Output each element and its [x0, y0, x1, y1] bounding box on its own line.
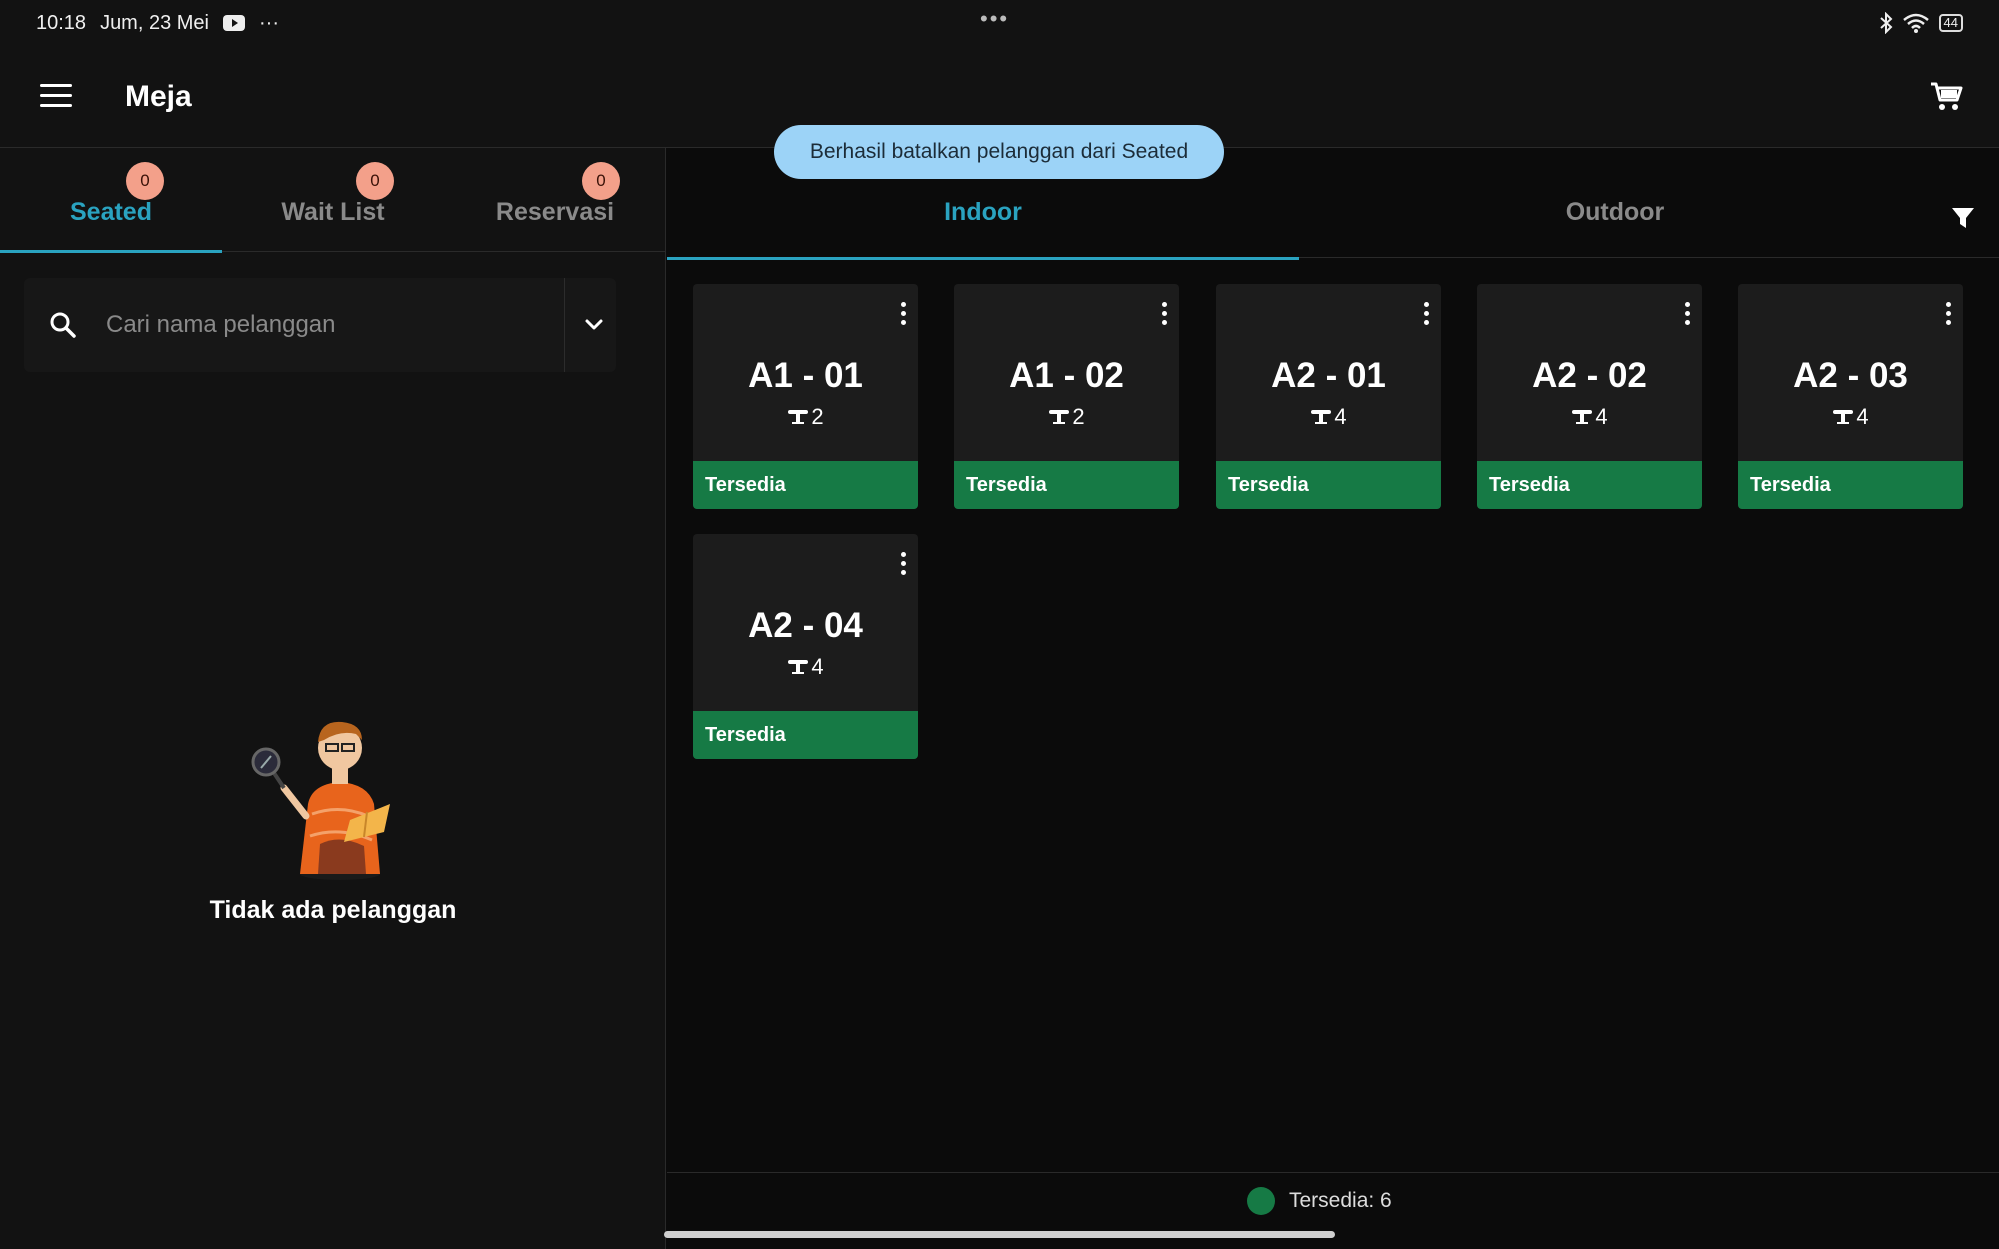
youtube-icon: [223, 15, 245, 31]
more-vert-icon[interactable]: [1421, 302, 1431, 330]
table-name: A2 - 02: [1532, 356, 1647, 395]
table-status: Tersedia: [1216, 461, 1441, 509]
table-status: Tersedia: [693, 461, 918, 509]
wifi-icon: [1902, 13, 1929, 33]
table-capacity-value: 4: [811, 654, 824, 679]
table-card-a2-03[interactable]: A2 - 03 4 Tersedia: [1738, 284, 1963, 509]
table-card-a2-04[interactable]: A2 - 04 4 Tersedia: [693, 534, 918, 759]
table-icon: [788, 660, 809, 674]
more-vert-icon[interactable]: [1943, 302, 1953, 330]
more-vert-icon[interactable]: [898, 302, 908, 330]
table-status: Tersedia: [1477, 461, 1702, 509]
seated-count-badge: 0: [126, 162, 164, 200]
customer-tabs: 0 Seated 0 Wait List 0 Reservasi: [0, 148, 666, 253]
status-right: 44: [1879, 12, 1963, 34]
table-icon: [788, 410, 809, 424]
table-card-a2-01[interactable]: A2 - 01 4 Tersedia: [1216, 284, 1441, 509]
page-title: Meja: [125, 80, 192, 113]
toast-message: Berhasil batalkan pelanggan dari Seated: [774, 125, 1224, 179]
tab-indoor-label: Indoor: [944, 198, 1022, 226]
table-name: A1 - 02: [1009, 356, 1124, 395]
tab-outdoor[interactable]: Outdoor: [1299, 148, 1931, 258]
search-icon: [50, 312, 76, 338]
tab-outdoor-label: Outdoor: [1565, 198, 1665, 226]
more-vert-icon[interactable]: [1159, 302, 1169, 330]
table-capacity: 4: [1216, 404, 1441, 430]
tab-wait-list[interactable]: 0 Wait List: [222, 148, 444, 252]
status-center-dots: •••: [980, 6, 1010, 31]
status-left: 10:18 Jum, 23 Mei ···: [36, 12, 279, 35]
table-card-a1-01[interactable]: A1 - 01 2 Tersedia: [693, 284, 918, 509]
filter-icon[interactable]: [1949, 204, 1977, 232]
tab-wait-list-label: Wait List: [281, 198, 385, 226]
empty-customer-illustration: [251, 721, 390, 880]
available-count-text: Tersedia: 6: [1289, 1189, 1392, 1212]
available-status-dot: [1247, 1187, 1275, 1215]
hamburger-menu-icon[interactable]: [40, 84, 72, 108]
tab-seated[interactable]: 0 Seated: [0, 148, 222, 253]
table-icon: [1833, 410, 1854, 424]
tab-reservasi-label: Reservasi: [495, 198, 615, 226]
table-capacity-value: 4: [1856, 404, 1869, 429]
table-name: A1 - 01: [748, 356, 863, 395]
wait-list-count-badge: 0: [356, 162, 394, 200]
system-status-bar: 10:18 Jum, 23 Mei ··· ••• 44: [0, 0, 1999, 46]
tab-seated-label: Seated: [70, 198, 152, 226]
table-capacity-value: 4: [1595, 404, 1608, 429]
table-icon: [1572, 410, 1593, 424]
table-capacity: 2: [693, 404, 918, 430]
table-capacity-value: 2: [811, 404, 824, 429]
table-status: Tersedia: [693, 711, 918, 759]
table-name: A2 - 04: [748, 606, 863, 645]
table-icon: [1049, 410, 1070, 424]
empty-state-text: Tidak ada pelanggan: [209, 896, 457, 924]
cart-icon[interactable]: [1929, 78, 1965, 114]
customer-search-box: [24, 278, 616, 372]
table-card-a1-02[interactable]: A1 - 02 2 Tersedia: [954, 284, 1179, 509]
bluetooth-icon: [1879, 12, 1892, 34]
table-capacity: 4: [1477, 404, 1702, 430]
table-capacity: 2: [954, 404, 1179, 430]
status-more-dots: ···: [259, 11, 279, 34]
table-name: A2 - 01: [1271, 356, 1386, 395]
table-capacity: 4: [693, 654, 918, 680]
table-status: Tersedia: [954, 461, 1179, 509]
search-divider: [564, 278, 565, 372]
search-input[interactable]: [106, 300, 556, 350]
table-capacity: 4: [1738, 404, 1963, 430]
customer-panel: 0 Seated 0 Wait List 0 Reservasi Cari na…: [0, 148, 666, 1249]
table-panel: Indoor Outdoor A1 - 01 2 Tersedia A1 - 0…: [667, 148, 1999, 1249]
table-capacity-value: 4: [1334, 404, 1347, 429]
home-indicator[interactable]: [664, 1231, 1335, 1238]
table-name: A2 - 03: [1793, 356, 1908, 395]
table-status: Tersedia: [1738, 461, 1963, 509]
reservasi-count-badge: 0: [582, 162, 620, 200]
table-icon: [1311, 410, 1332, 424]
chevron-down-icon[interactable]: [580, 311, 608, 339]
status-time: 10:18: [36, 11, 87, 34]
more-vert-icon[interactable]: [1682, 302, 1692, 330]
battery-icon: 44: [1938, 14, 1963, 32]
more-vert-icon[interactable]: [898, 552, 908, 580]
status-date: Jum, 23 Mei: [100, 11, 209, 34]
table-capacity-value: 2: [1072, 404, 1085, 429]
table-card-a2-02[interactable]: A2 - 02 4 Tersedia: [1477, 284, 1702, 509]
tab-reservasi[interactable]: 0 Reservasi: [444, 148, 666, 252]
